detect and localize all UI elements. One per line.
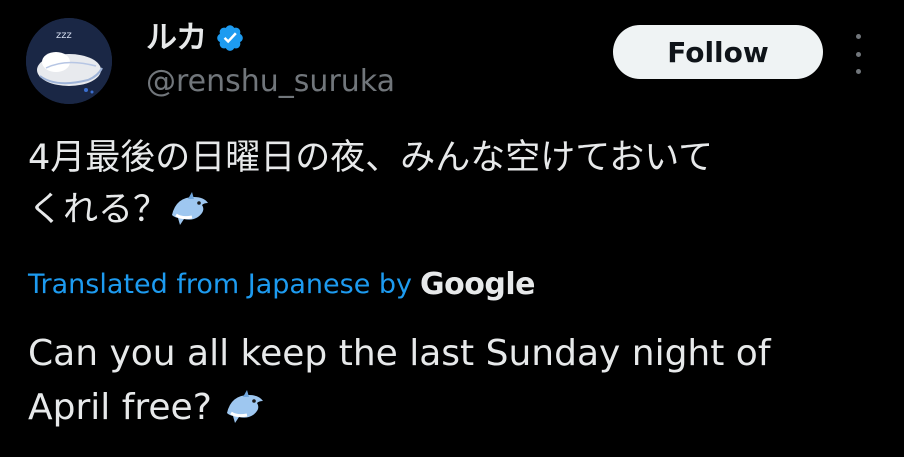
dolphin-emoji-icon bbox=[168, 189, 212, 244]
more-dot bbox=[855, 51, 861, 57]
translated-text: Can you all keep the last Sunday night o… bbox=[28, 327, 878, 443]
dolphin-emoji-icon bbox=[223, 387, 267, 443]
verified-badge-icon[interactable] bbox=[215, 23, 245, 53]
tweet: zzz ルカ @renshu_suruka Follow 4月最後の日曜日の夜、… bbox=[0, 0, 904, 457]
tweet-text-line2: くれる？ bbox=[28, 190, 169, 230]
translated-text-line2: April free? bbox=[28, 387, 212, 428]
avatar-image: zzz bbox=[26, 18, 112, 104]
tweet-text: 4月最後の日曜日の夜、みんな空けておいて くれる？ bbox=[28, 132, 878, 244]
tweet-text-line1: 4月最後の日曜日の夜、みんな空けておいて bbox=[28, 138, 714, 178]
translated-from-link[interactable]: Translated from Japanese by bbox=[28, 269, 412, 300]
author-handle[interactable]: @renshu_suruka bbox=[146, 62, 395, 102]
translation-attribution: Translated from Japanese by Google bbox=[28, 264, 535, 304]
more-vertical-icon[interactable] bbox=[846, 34, 870, 74]
google-logo: Google bbox=[420, 266, 535, 302]
display-name[interactable]: ルカ bbox=[146, 18, 207, 58]
avatar-doodle-text: zzz bbox=[56, 30, 72, 41]
more-dot bbox=[855, 34, 861, 39]
follow-button[interactable]: Follow bbox=[613, 25, 823, 79]
translated-text-line1: Can you all keep the last Sunday night o… bbox=[28, 333, 771, 374]
avatar[interactable]: zzz bbox=[26, 18, 112, 104]
author-name-row: ルカ bbox=[146, 18, 245, 58]
more-dot bbox=[855, 69, 861, 74]
